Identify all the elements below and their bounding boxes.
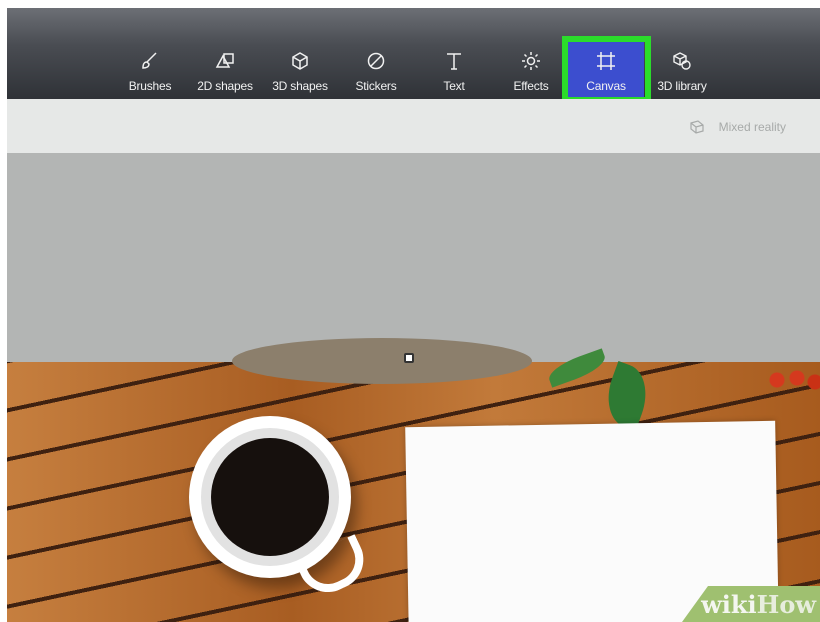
canvas-workspace xyxy=(7,153,820,362)
canvas-image xyxy=(7,338,820,622)
tool-label: Text xyxy=(443,79,465,93)
coffee xyxy=(211,438,329,556)
burlap-cloth xyxy=(232,338,532,384)
stickers-icon xyxy=(338,51,414,71)
2d-shapes-icon xyxy=(187,51,263,71)
tool-label: Effects xyxy=(513,79,549,93)
text-icon xyxy=(416,51,492,71)
3d-shapes-icon xyxy=(262,51,338,71)
watermark-wiki: wiki xyxy=(701,589,757,619)
tool-3d-library[interactable]: 3D library xyxy=(644,42,720,99)
paint3d-window: Brushes 2D shapes 3D shapes Stickers Tex… xyxy=(7,8,820,622)
coffee-cup xyxy=(189,416,374,602)
tool-label: 3D shapes xyxy=(272,79,328,93)
mixed-reality-button[interactable]: Mixed reality xyxy=(689,119,786,135)
berries xyxy=(767,368,820,394)
tool-brushes[interactable]: Brushes xyxy=(112,42,188,99)
canvas-icon xyxy=(568,51,644,71)
tool-label: Canvas xyxy=(586,79,626,93)
tool-canvas[interactable]: Canvas xyxy=(568,42,644,99)
watermark-how: How xyxy=(756,589,816,619)
mixed-reality-label: Mixed reality xyxy=(718,120,786,134)
tool-label: Brushes xyxy=(128,79,172,93)
top-toolbar: Brushes 2D shapes 3D shapes Stickers Tex… xyxy=(7,8,820,103)
tool-text[interactable]: Text xyxy=(416,42,492,99)
secondary-toolbar: Mixed reality xyxy=(7,99,820,153)
mixed-reality-icon xyxy=(690,120,704,134)
canvas-resize-handle[interactable] xyxy=(404,353,414,363)
tool-stickers[interactable]: Stickers xyxy=(338,42,414,99)
tool-3d-shapes[interactable]: 3D shapes xyxy=(262,42,338,99)
tool-effects[interactable]: Effects xyxy=(493,42,569,99)
3d-library-icon xyxy=(644,51,720,71)
tool-2d-shapes[interactable]: 2D shapes xyxy=(187,42,263,99)
tool-label: Stickers xyxy=(355,79,397,93)
tool-label: 2D shapes xyxy=(197,79,253,93)
tool-label: 3D library xyxy=(657,79,707,93)
brush-icon xyxy=(112,51,188,71)
leaf xyxy=(597,360,657,432)
effects-icon xyxy=(493,51,569,71)
